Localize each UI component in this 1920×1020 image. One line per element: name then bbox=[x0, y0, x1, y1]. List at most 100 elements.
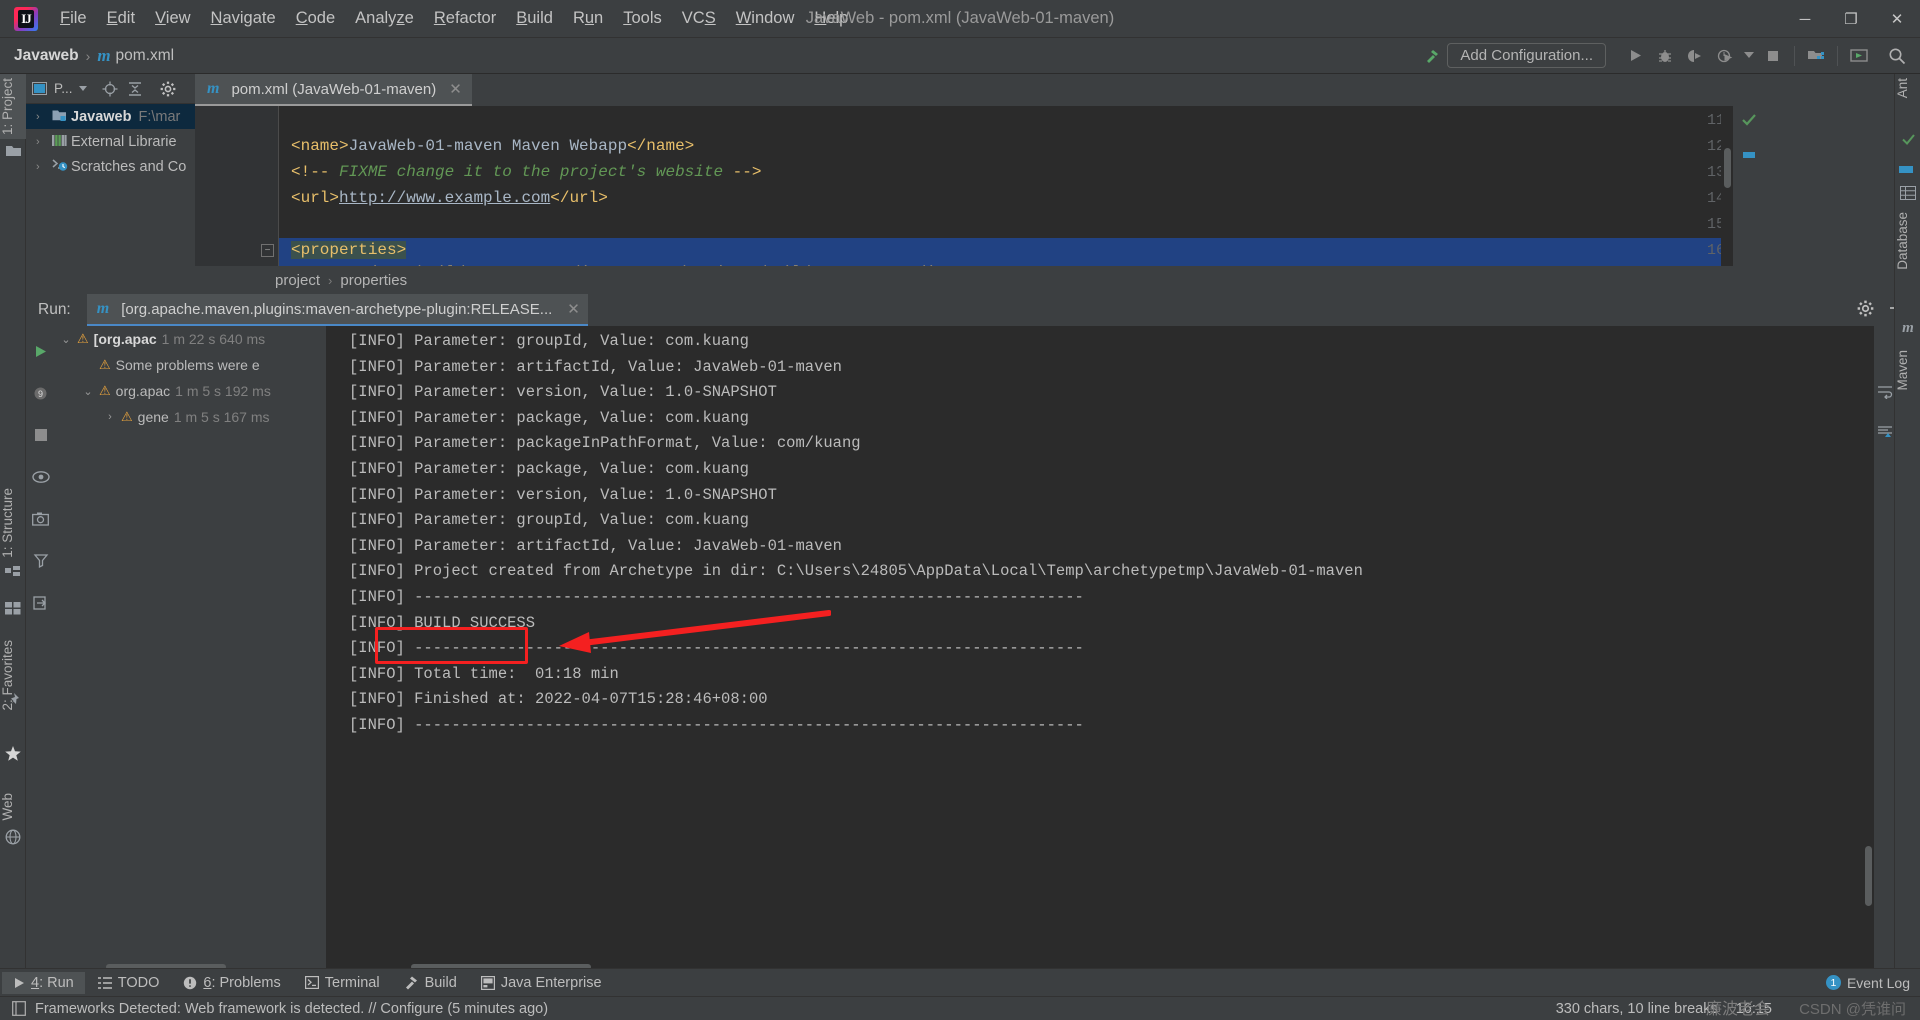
sidebar-item-database[interactable]: Database bbox=[1895, 208, 1920, 274]
menu-item-tools[interactable]: Tools bbox=[613, 7, 672, 30]
close-button[interactable]: ✕ bbox=[1874, 0, 1920, 38]
soft-wrap-icon[interactable] bbox=[1874, 372, 1896, 412]
debug-icon[interactable] bbox=[1650, 43, 1680, 69]
project-tree-item[interactable]: › External Librarie bbox=[26, 129, 195, 154]
hammer-icon[interactable] bbox=[1417, 43, 1447, 69]
menu-item-navigate[interactable]: Navigate bbox=[201, 7, 286, 30]
breadcrumb-project[interactable]: project bbox=[275, 272, 320, 289]
collapse-all-icon[interactable] bbox=[127, 81, 143, 96]
profiler-icon[interactable] bbox=[1710, 43, 1740, 69]
chevron-right-icon[interactable]: › bbox=[36, 136, 52, 148]
code-editor[interactable]: 11 12 <name>JavaWeb-01-maven Maven Webapp<… bbox=[195, 106, 1733, 273]
scroll-to-end-icon[interactable] bbox=[1874, 412, 1896, 452]
status-message[interactable]: Frameworks Detected: Web framework is de… bbox=[35, 1001, 548, 1017]
database-grid-icon[interactable] bbox=[1899, 186, 1917, 204]
menu-item-build[interactable]: Build bbox=[506, 7, 563, 30]
code-line[interactable]: <properties> bbox=[291, 241, 407, 259]
star-icon[interactable] bbox=[4, 746, 22, 764]
sidebar-item-project[interactable]: 1: Project bbox=[0, 74, 26, 140]
filter-icon[interactable] bbox=[26, 540, 55, 582]
stop-icon[interactable] bbox=[1758, 43, 1788, 69]
maximize-button[interactable]: ❐ bbox=[1828, 0, 1874, 38]
folder-icon[interactable] bbox=[4, 144, 22, 162]
menu-item-code[interactable]: Code bbox=[286, 7, 345, 30]
navbar-crumb-project[interactable]: Javaweb bbox=[14, 47, 79, 65]
run-tab[interactable]: m [org.apache.maven.plugins:maven-archet… bbox=[86, 294, 588, 326]
bottom-tab-label: Terminal bbox=[324, 974, 380, 991]
navbar-crumb-file[interactable]: pom.xml bbox=[116, 47, 175, 65]
sidebar-item-maven[interactable]: Maven bbox=[1895, 346, 1920, 395]
run-tree-item[interactable]: ⌄ ⚠ org.apac 1 m 5 s 192 ms bbox=[55, 378, 326, 404]
menu-item-help[interactable]: Help bbox=[804, 7, 858, 30]
run-console[interactable]: [INFO] Parameter: groupId, Value: com.ku… bbox=[327, 326, 1874, 974]
rerun-icon[interactable] bbox=[26, 330, 55, 372]
run-tree-item[interactable]: › ⚠ gene 1 m 5 s 167 ms bbox=[55, 404, 326, 430]
chevron-icon[interactable]: ⌄ bbox=[77, 385, 99, 398]
project-structure-icon[interactable] bbox=[1801, 43, 1831, 69]
chevron-right-icon[interactable]: › bbox=[36, 111, 52, 123]
project-tree-item[interactable]: › Scratches and Co bbox=[26, 154, 195, 179]
maven-logo-icon[interactable]: m bbox=[1899, 319, 1917, 337]
editor-vertical-scrollbar[interactable] bbox=[1721, 106, 1733, 273]
run-tree-item[interactable]: ⌄ ⚠ [org.apac 1 m 22 s 640 ms bbox=[55, 326, 326, 352]
show-passed-icon[interactable] bbox=[26, 456, 55, 498]
gear-icon[interactable] bbox=[1857, 300, 1874, 321]
locate-icon[interactable] bbox=[102, 81, 118, 97]
chevron-icon[interactable]: › bbox=[99, 411, 121, 423]
sidebar-item-ant[interactable]: Ant bbox=[1895, 74, 1920, 102]
notification-icon[interactable] bbox=[12, 1001, 26, 1016]
run-with-coverage-icon[interactable] bbox=[1680, 43, 1710, 69]
fold-collapse-icon[interactable]: − bbox=[261, 244, 274, 257]
chevron-icon[interactable]: ⌄ bbox=[55, 333, 77, 346]
close-icon[interactable]: ✕ bbox=[567, 300, 580, 318]
menu-item-refactor[interactable]: Refactor bbox=[424, 7, 506, 30]
editor-tab-pom-xml[interactable]: m pom.xml (JavaWeb-01-maven) ✕ bbox=[195, 74, 472, 106]
rerun-failed-icon[interactable]: 9 bbox=[26, 372, 55, 414]
run-icon[interactable] bbox=[1620, 43, 1650, 69]
bottom-tab-todo[interactable]: TODO bbox=[87, 972, 171, 994]
globe-icon[interactable] bbox=[4, 829, 22, 847]
code-line[interactable]: <url>http://www.example.com</url> bbox=[291, 189, 608, 207]
sidebar-item-structure[interactable]: 1: Structure bbox=[0, 484, 26, 562]
code-line[interactable]: <name>JavaWeb-01-maven Maven Webapp</nam… bbox=[291, 137, 694, 155]
menu-item-window[interactable]: Window bbox=[726, 7, 805, 30]
menu-item-analyze[interactable]: Analyze bbox=[345, 7, 424, 30]
run-tree-item[interactable]: ⚠ Some problems were e bbox=[55, 352, 326, 378]
bottom-tab-6-problems[interactable]: 6: Problems bbox=[172, 972, 291, 994]
add-configuration-button[interactable]: Add Configuration... bbox=[1447, 43, 1606, 68]
chevron-right-icon[interactable]: › bbox=[36, 161, 52, 173]
sidebar-item-web[interactable]: Web bbox=[0, 789, 26, 825]
chars-count: 330 chars, 10 line breaks bbox=[1555, 1000, 1718, 1017]
update-icon[interactable] bbox=[1844, 43, 1874, 69]
close-icon[interactable]: ✕ bbox=[449, 80, 462, 98]
minimize-button[interactable]: ─ bbox=[1782, 0, 1828, 38]
chevron-down-icon[interactable] bbox=[1740, 43, 1758, 69]
search-icon[interactable] bbox=[1882, 43, 1912, 69]
export-icon[interactable] bbox=[26, 582, 55, 624]
grid-icon[interactable] bbox=[4, 602, 22, 620]
event-log-label[interactable]: Event Log bbox=[1847, 975, 1910, 991]
menu-item-vcs[interactable]: VCS bbox=[672, 7, 726, 30]
run-test-tree[interactable]: ⌄ ⚠ [org.apac 1 m 22 s 640 ms ⚠ Some problems… bbox=[55, 326, 327, 974]
bottom-tab-4-run[interactable]: 4: Run bbox=[2, 971, 85, 994]
modules-icon[interactable] bbox=[4, 566, 22, 584]
scrollbar-thumb[interactable] bbox=[1724, 148, 1731, 188]
menu-item-edit[interactable]: Edit bbox=[97, 7, 145, 30]
console-scrollbar-thumb[interactable] bbox=[1865, 846, 1872, 906]
stop-icon[interactable] bbox=[26, 414, 55, 456]
project-tree-item[interactable]: › Javaweb F:\mar bbox=[26, 104, 195, 129]
bottom-tab-java-enterprise[interactable]: Java Enterprise bbox=[470, 972, 613, 994]
project-view-selector[interactable]: P... bbox=[32, 81, 87, 96]
menu-item-view[interactable]: View bbox=[145, 7, 200, 30]
bottom-tab-terminal[interactable]: Terminal bbox=[294, 972, 391, 994]
camera-icon[interactable] bbox=[26, 498, 55, 540]
event-log-area[interactable]: 1 Event Log bbox=[1825, 975, 1920, 991]
console-line: [INFO] ---------------------------------… bbox=[349, 587, 1084, 606]
breadcrumb-properties[interactable]: properties bbox=[340, 272, 407, 289]
menu-item-run[interactable]: Run bbox=[563, 7, 613, 30]
gear-icon[interactable] bbox=[160, 81, 176, 97]
pin-icon[interactable] bbox=[4, 692, 22, 710]
bottom-tab-build[interactable]: Build bbox=[393, 972, 468, 994]
menu-item-file[interactable]: File bbox=[50, 7, 97, 30]
code-line[interactable]: <!-- FIXME change it to the project's we… bbox=[291, 163, 761, 181]
